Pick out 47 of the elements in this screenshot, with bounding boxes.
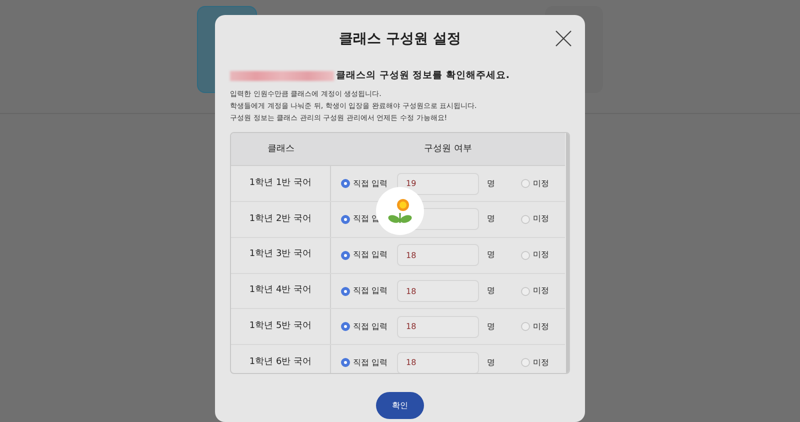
radio-label: 미정	[533, 285, 549, 298]
unit-label: 명	[487, 178, 496, 190]
radio-button[interactable]	[521, 250, 530, 260]
unit-label: 명	[487, 320, 496, 333]
radio-label: 미정	[533, 249, 549, 262]
radio-label: 직접 입력	[353, 320, 388, 333]
class-name: 1학년 3반 국어	[231, 238, 331, 273]
class-name: 1학년 2반 국어	[231, 202, 331, 237]
radio-button[interactable]	[521, 214, 530, 224]
unit-label: 명	[487, 249, 496, 262]
scrollbar[interactable]	[566, 133, 569, 374]
radio-label: 직접 입력	[353, 356, 388, 369]
column-header: 구성원 여부	[423, 142, 473, 156]
radio-label: 미정	[533, 320, 549, 333]
radio-button[interactable]	[521, 358, 530, 368]
count-field[interactable]: 18	[397, 280, 479, 302]
count-field[interactable]: 19	[397, 172, 479, 195]
unit-label: 명	[487, 213, 496, 226]
radio-button[interactable]	[521, 286, 530, 296]
class-name: 1학년 4반 국어	[231, 274, 331, 308]
unit-label: 명	[487, 285, 496, 298]
class-name: 1학년 1반 국어	[231, 166, 331, 202]
radio-label: 직접 입력	[353, 249, 388, 262]
radio-button[interactable]	[341, 214, 350, 224]
radio-button[interactable]	[521, 179, 530, 188]
radio-button[interactable]	[341, 322, 350, 332]
column-header: 클래스	[266, 142, 296, 156]
radio-label: 미정	[533, 356, 549, 369]
radio-label: 직접 입력	[353, 285, 388, 298]
count-field[interactable]: 18	[397, 352, 479, 374]
close-icon[interactable]	[555, 30, 572, 47]
radio-label: 직접 입력	[353, 178, 388, 190]
count-field[interactable]: 18	[397, 316, 479, 338]
confirm-button[interactable]: 확인	[376, 392, 424, 420]
radio-button[interactable]	[341, 358, 350, 368]
radio-button[interactable]	[341, 250, 350, 260]
count-field[interactable]: 18	[397, 244, 479, 266]
radio-button[interactable]	[521, 322, 530, 332]
radio-label: 미정	[533, 213, 549, 226]
radio-button[interactable]	[341, 179, 350, 188]
radio-label: 미정	[533, 178, 549, 190]
radio-button[interactable]	[341, 286, 350, 296]
unit-label: 명	[487, 356, 496, 369]
notice-text: 클래스의 구성원 정보를 확인해주세요.	[336, 69, 510, 83]
dialog-title: 클래스 구성원 설정	[339, 30, 461, 49]
class-name: 1학년 5반 국어	[231, 309, 331, 344]
class-name: 1학년 6반 국어	[231, 345, 331, 374]
